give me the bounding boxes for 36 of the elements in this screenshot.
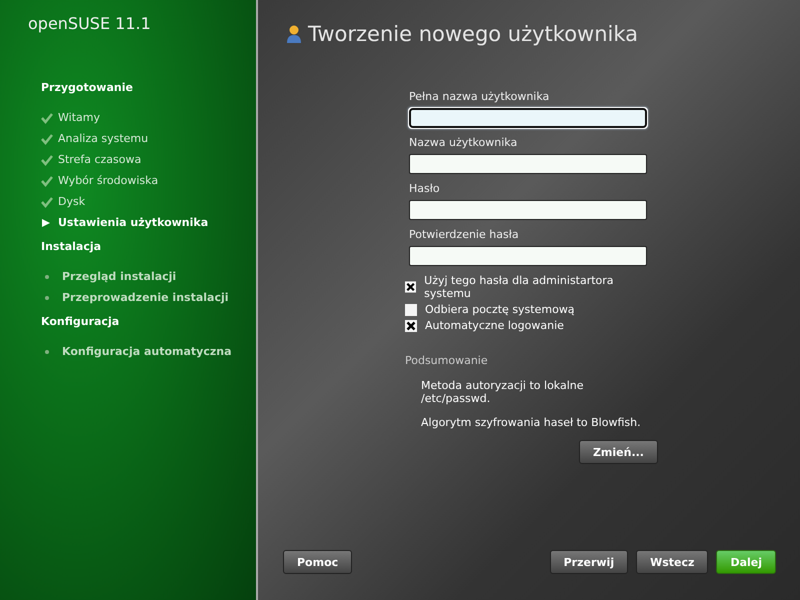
input-field[interactable] (409, 154, 647, 174)
page-title: Tworzenie nowego użytkownika (308, 22, 638, 46)
nav-button[interactable]: Pomoc (283, 550, 352, 574)
step-label: Witamy (58, 111, 100, 124)
input-field[interactable] (409, 246, 647, 266)
checkbox[interactable] (405, 320, 417, 332)
step-label: Wybór środowiska (58, 174, 158, 187)
step-label: Analiza systemu (58, 132, 148, 145)
checkbox[interactable] (405, 304, 417, 316)
checkbox-label: Użyj tego hasła dla administartora systemu (424, 274, 615, 300)
nav-button[interactable]: Wstecz (636, 550, 708, 574)
checkbox-label: Odbiera pocztę systemową (425, 303, 575, 316)
input-field[interactable] (409, 200, 647, 220)
field-label: Potwierdzenie hasła (409, 228, 520, 241)
checkbox[interactable] (405, 281, 416, 293)
input-field[interactable] (409, 108, 647, 128)
summary-text: Metoda autoryzacji to lokalne /etc/passwd. (421, 379, 585, 405)
change-button[interactable]: Zmień... (578, 440, 658, 464)
field-label: Pełna nazwa użytkownika (409, 90, 550, 103)
summary-title: Podsumowanie (405, 354, 489, 367)
step-label: Przegląd instalacji (62, 270, 176, 283)
step-label: Konfiguracja automatyczna (62, 345, 232, 358)
field-label: Nazwa użytkownika (409, 136, 518, 149)
step-label: Przeprowadzenie instalacji (62, 291, 229, 304)
step-label: Strefa czasowa (58, 153, 142, 166)
nav-button[interactable]: Przerwij (550, 550, 628, 574)
section-title: Przygotowanie (41, 81, 134, 94)
step-label: Dysk (58, 195, 86, 208)
step-label: Ustawienia użytkownika (58, 216, 208, 229)
user-icon (286, 24, 302, 44)
field-label: Hasło (409, 182, 441, 195)
logo-text: openSUSE 11.1 (28, 14, 152, 33)
summary-text: Algorytm szyfrowania haseł to Blowfish. (421, 416, 642, 429)
checkbox-label: Automatyczne logowanie (425, 319, 564, 332)
section-title: Instalacja (41, 240, 102, 253)
section-title: Konfiguracja (41, 315, 120, 328)
